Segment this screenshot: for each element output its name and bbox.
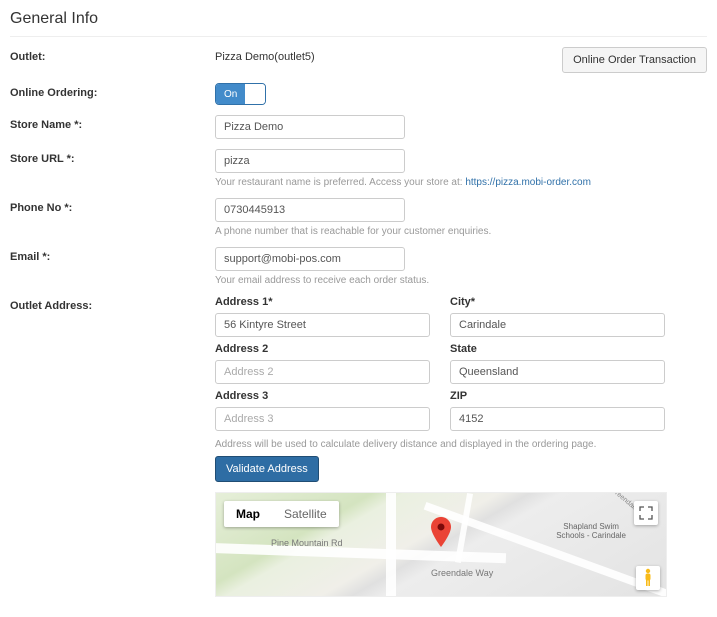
validate-address-button[interactable]: Validate Address <box>215 456 319 482</box>
outlet-label: Outlet: <box>10 47 215 63</box>
map-tab-map[interactable]: Map <box>224 501 272 527</box>
outlet-address-label: Outlet Address: <box>10 296 215 312</box>
address3-input[interactable] <box>215 407 430 431</box>
outlet-value: Pizza Demo(outlet5) <box>215 47 315 63</box>
store-url-link[interactable]: https://pizza.mobi-order.com <box>465 177 591 188</box>
map-marker-icon <box>431 516 451 549</box>
map-widget[interactable]: Pine Mountain Rd Greendale Way Shapland … <box>215 492 667 597</box>
address2-label: Address 2 <box>215 343 430 355</box>
page-title: General Info <box>10 5 707 37</box>
store-name-label: Store Name *: <box>10 115 215 131</box>
toggle-on-label: On <box>216 84 245 104</box>
map-road-label: Greendale Way <box>431 568 493 578</box>
store-url-hint: Your restaurant name is preferred. Acces… <box>215 177 707 188</box>
fullscreen-icon[interactable] <box>634 501 658 525</box>
address3-label: Address 3 <box>215 390 430 402</box>
map-road-label: Pine Mountain Rd <box>271 538 343 548</box>
email-hint: Your email address to receive each order… <box>215 275 707 286</box>
email-label: Email *: <box>10 247 215 263</box>
online-ordering-toggle[interactable]: On <box>215 83 266 105</box>
map-tab-satellite[interactable]: Satellite <box>272 501 339 527</box>
map-type-control[interactable]: Map Satellite <box>224 501 339 527</box>
pegman-icon[interactable] <box>636 566 660 590</box>
online-ordering-label: Online Ordering: <box>10 83 215 99</box>
address1-input[interactable] <box>215 313 430 337</box>
phone-label: Phone No *: <box>10 198 215 214</box>
store-name-input[interactable] <box>215 115 405 139</box>
store-url-label: Store URL *: <box>10 149 215 165</box>
state-label: State <box>450 343 665 355</box>
phone-input[interactable] <box>215 198 405 222</box>
phone-hint: A phone number that is reachable for you… <box>215 226 707 237</box>
address1-label: Address 1* <box>215 296 430 308</box>
address-hint: Address will be used to calculate delive… <box>215 439 707 450</box>
zip-label: ZIP <box>450 390 665 402</box>
city-input[interactable] <box>450 313 665 337</box>
address2-input[interactable] <box>215 360 430 384</box>
city-label: City* <box>450 296 665 308</box>
state-input[interactable] <box>450 360 665 384</box>
zip-input[interactable] <box>450 407 665 431</box>
toggle-knob <box>245 84 265 104</box>
store-url-input[interactable] <box>215 149 405 173</box>
email-input[interactable] <box>215 247 405 271</box>
online-order-transaction-button[interactable]: Online Order Transaction <box>562 47 707 73</box>
